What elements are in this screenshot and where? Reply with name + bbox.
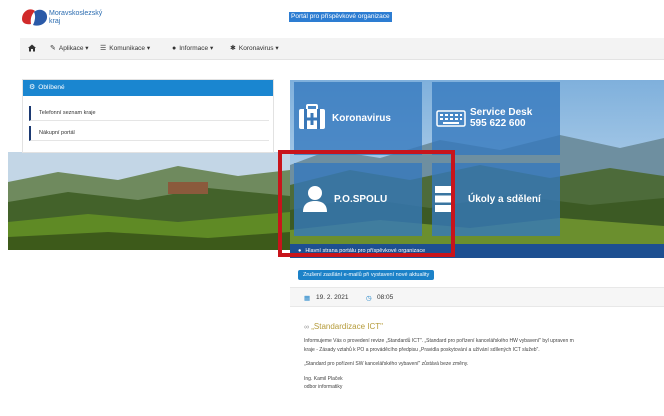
first-aid-kit-icon — [299, 104, 325, 129]
nav-aplikace[interactable]: ✎ Aplikace ▾ — [50, 44, 89, 52]
favorite-item-nakupni-portal[interactable]: Nákupní portál — [29, 126, 269, 141]
nav-komunikace[interactable]: ☰ Komunikace ▾ — [100, 44, 150, 52]
virus-icon: ✱ — [230, 45, 236, 52]
news-time: 08:05 — [377, 294, 394, 301]
highlight-box — [278, 150, 455, 257]
landscape-side-image — [8, 152, 290, 250]
koronavirus-tile[interactable]: Koronavirus — [294, 82, 422, 155]
header: Moravskoslezský kraj Portál pro příspěvk… — [0, 0, 664, 36]
article-signature-dept: odbor informatiky — [304, 384, 343, 390]
favorite-item-telefonni-seznam[interactable]: Telefonní seznam kraje — [29, 106, 269, 121]
favorites-header: ⚙ Oblíbené — [23, 80, 273, 96]
region-logo-icon[interactable] — [20, 5, 50, 31]
nav-koronavirus[interactable]: ✱ Koronavirus ▾ — [230, 44, 279, 52]
news-meta: ▦ 19. 2. 2021 ◷ 08:05 — [290, 287, 664, 307]
article-title[interactable]: ∞ „Standardizace ICT" — [304, 322, 383, 331]
gear-icon: ⚙ — [29, 84, 36, 91]
list-icon: ☰ — [100, 45, 107, 52]
keyboard-icon — [436, 110, 466, 127]
calendar-icon: ▦ — [304, 295, 311, 302]
nav-informace[interactable]: ● Informace ▾ — [172, 44, 213, 53]
news-content: Zrušení zasílání e-mailů při vystavení n… — [290, 258, 664, 416]
brand-name[interactable]: Moravskoslezský kraj — [49, 10, 102, 25]
article-line-2: kraje - Zásady vztahů k PO a prováděcího… — [304, 347, 540, 353]
article-line-1: Informujeme Vás o provedení revize „Stan… — [304, 338, 574, 344]
portal-title: Portál pro příspěvkové organizace — [289, 12, 392, 22]
info-icon: ● — [172, 44, 177, 52]
article-signature-name: Ing. Kamil Plaček — [304, 376, 343, 382]
news-date: 19. 2. 2021 — [316, 294, 349, 301]
main-navbar: ✎ Aplikace ▾ ☰ Komunikace ▾ ● Informace … — [20, 38, 664, 60]
home-icon[interactable] — [28, 44, 36, 52]
pencil-icon: ✎ — [50, 45, 56, 52]
favorites-panel: ⚙ Oblíbené Telefonní seznam kraje Nákupn… — [22, 79, 274, 153]
link-icon: ∞ — [304, 324, 309, 331]
clock-icon: ◷ — [366, 295, 372, 302]
page: Moravskoslezský kraj Portál pro příspěvk… — [0, 0, 664, 416]
service-desk-tile[interactable]: Service Desk 595 622 600 — [432, 82, 560, 155]
article-line-3: „Standard pro pořízení SW kancelářského … — [304, 361, 469, 367]
unsubscribe-button[interactable]: Zrušení zasílání e-mailů při vystavení n… — [298, 270, 435, 280]
service-desk-label: Service Desk 595 622 600 — [470, 107, 533, 129]
